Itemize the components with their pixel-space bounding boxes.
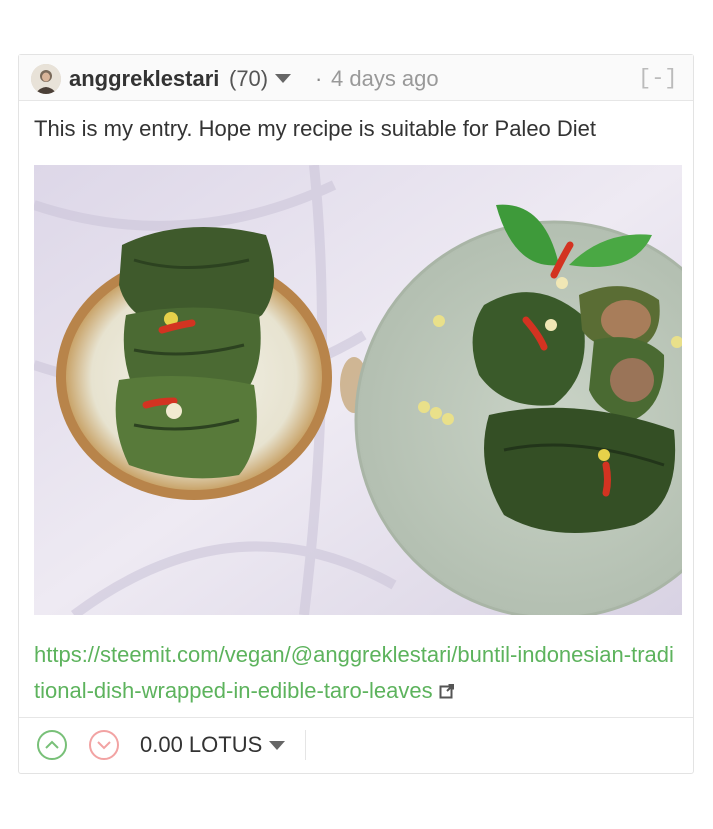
separator-dot: · [315,66,323,91]
upvote-button[interactable] [37,730,67,760]
comment-timestamp[interactable]: 4 days ago [331,66,439,92]
payout-value[interactable]: 0.00 LOTUS [140,732,262,758]
downvote-icon [97,741,111,750]
author-reputation: (70) [229,66,269,91]
chevron-down-icon[interactable] [269,741,285,750]
chevron-down-icon[interactable] [275,74,291,83]
user-avatar[interactable] [31,64,61,94]
comment-footer: 0.00 LOTUS [19,717,693,773]
external-link-icon[interactable] [439,674,455,710]
upvote-icon [45,740,59,749]
author-name[interactable]: anggreklestari [69,66,219,92]
footer-divider [305,730,306,760]
food-photo [34,165,682,615]
comment-header: anggreklestari (70) · 4 days ago [-] [19,55,693,101]
downvote-button[interactable] [89,730,119,760]
recipe-link[interactable]: https://steemit.com/vegan/@anggreklestar… [34,637,674,710]
collapse-button[interactable]: [-] [638,66,678,91]
comment-body-text: This is my entry. Hope my recipe is suit… [34,116,597,141]
recipe-link-text[interactable]: https://steemit.com/vegan/@anggreklestar… [34,642,674,703]
comment-card: anggreklestari (70) · 4 days ago [-] Thi… [18,54,694,774]
